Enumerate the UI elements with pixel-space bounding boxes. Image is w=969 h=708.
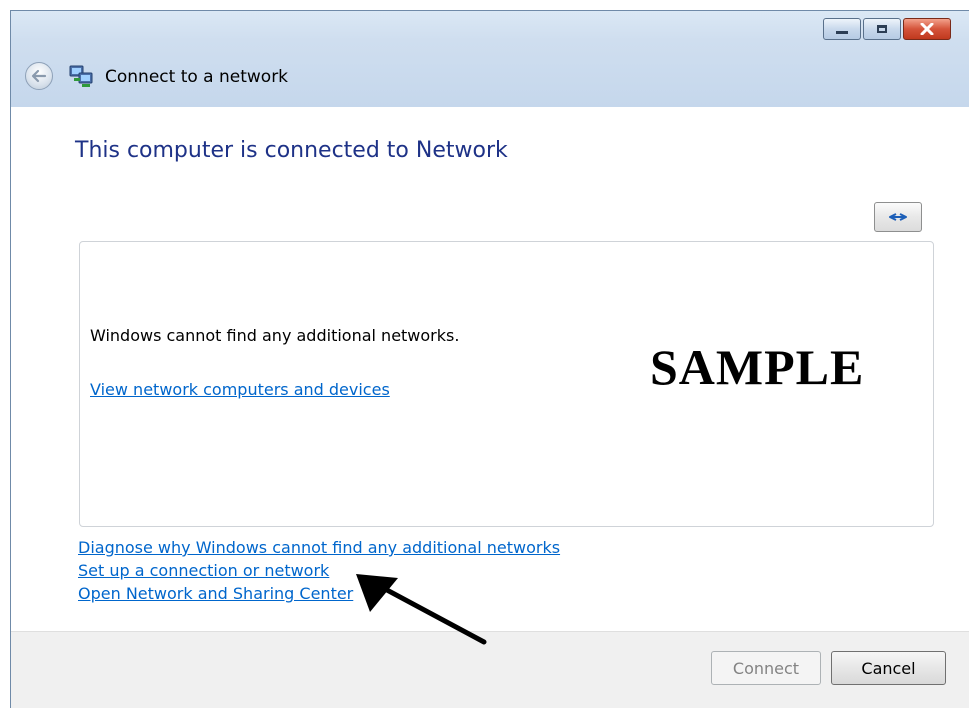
cancel-button[interactable]: Cancel: [831, 651, 946, 685]
window-title: Connect to a network: [105, 67, 289, 87]
set-up-connection-link[interactable]: Set up a connection or network: [78, 560, 560, 582]
minimize-icon: [836, 30, 848, 34]
connect-to-network-window: Connect to a network This computer is co…: [10, 10, 969, 708]
window-controls: [823, 18, 951, 40]
close-button[interactable]: [903, 18, 951, 40]
diagnose-link[interactable]: Diagnose why Windows cannot find any add…: [78, 537, 560, 559]
task-links: Diagnose why Windows cannot find any add…: [78, 537, 560, 605]
refresh-button[interactable]: [874, 202, 922, 232]
network-list: Windows cannot find any additional netwo…: [79, 241, 934, 527]
back-arrow-icon: [31, 69, 47, 83]
dialog-footer: Connect Cancel: [11, 631, 969, 708]
refresh-icon: [889, 213, 907, 221]
sample-watermark: SAMPLE: [650, 339, 865, 395]
close-icon: [920, 23, 934, 35]
content-area: This computer is connected to Network Wi…: [11, 107, 969, 632]
status-message: Windows cannot find any additional netwo…: [90, 326, 460, 345]
page-heading: This computer is connected to Network: [75, 138, 508, 163]
back-button[interactable]: [25, 62, 53, 90]
title-bar: Connect to a network: [11, 11, 969, 107]
maximize-icon: [877, 25, 887, 33]
open-network-sharing-center-link[interactable]: Open Network and Sharing Center: [78, 583, 560, 605]
maximize-button[interactable]: [863, 18, 901, 40]
network-icon: [69, 65, 93, 87]
view-network-computers-link[interactable]: View network computers and devices: [90, 380, 390, 399]
minimize-button[interactable]: [823, 18, 861, 40]
connect-button[interactable]: Connect: [711, 651, 821, 685]
